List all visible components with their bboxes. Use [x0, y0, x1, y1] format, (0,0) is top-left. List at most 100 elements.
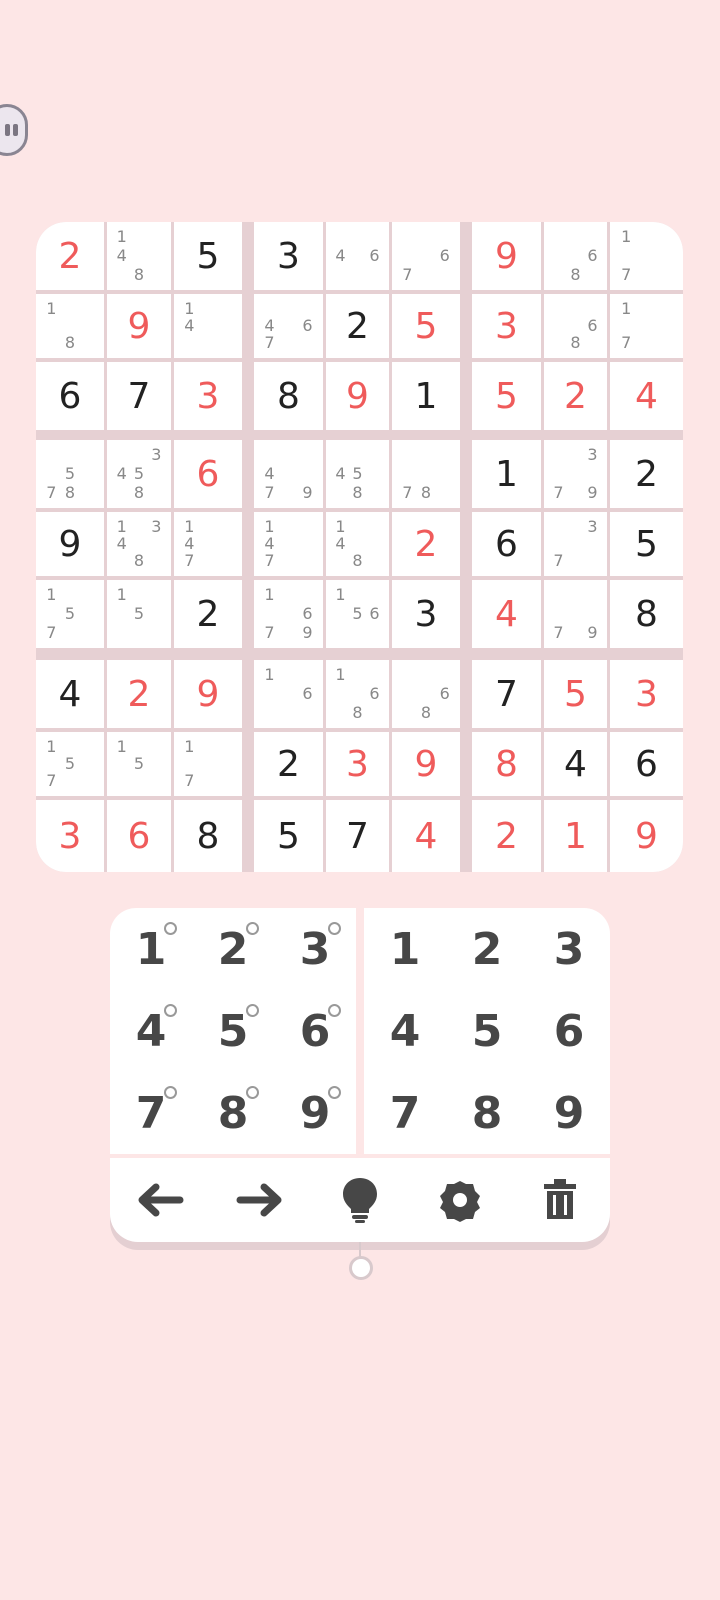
number-key-7[interactable]: 7: [364, 1072, 446, 1154]
sudoku-cell[interactable]: 4 6 7: [254, 294, 323, 358]
sudoku-cell[interactable]: 9: [174, 660, 242, 728]
sudoku-cell[interactable]: 8: [610, 580, 683, 648]
hint-button[interactable]: [330, 1170, 390, 1230]
sudoku-cell[interactable]: 14: [174, 294, 242, 358]
sudoku-cell[interactable]: 47 9: [254, 440, 323, 508]
number-key-9[interactable]: 9: [528, 1072, 610, 1154]
sudoku-cell[interactable]: 8: [472, 732, 541, 796]
sudoku-cell[interactable]: 68: [544, 222, 607, 290]
note-key-9[interactable]: 9: [274, 1072, 356, 1154]
number-key-4[interactable]: 4: [364, 990, 446, 1072]
sudoku-cell[interactable]: 7: [326, 800, 389, 872]
sudoku-cell[interactable]: 9: [392, 732, 460, 796]
sudoku-cell[interactable]: 46: [326, 222, 389, 290]
sudoku-cell[interactable]: 2: [544, 362, 607, 430]
sudoku-cell[interactable]: 15: [107, 580, 171, 648]
undo-button[interactable]: [130, 1170, 190, 1230]
sudoku-cell[interactable]: 1679: [254, 580, 323, 648]
sudoku-cell[interactable]: 2: [472, 800, 541, 872]
sudoku-cell[interactable]: 2: [36, 222, 104, 290]
sudoku-cell[interactable]: 9: [472, 222, 541, 290]
sudoku-cell[interactable]: 5: [544, 660, 607, 728]
redo-button[interactable]: [230, 1170, 290, 1230]
settings-button[interactable]: [430, 1170, 490, 1230]
sudoku-cell[interactable]: 7: [107, 362, 171, 430]
sudoku-cell[interactable]: 17: [610, 222, 683, 290]
sudoku-cell[interactable]: 1: [392, 362, 460, 430]
sudoku-cell[interactable]: 148: [326, 512, 389, 576]
drag-handle[interactable]: [349, 1256, 373, 1280]
sudoku-cell[interactable]: 3: [392, 580, 460, 648]
sudoku-cell[interactable]: 2: [254, 732, 323, 796]
sudoku-cell[interactable]: 78: [392, 440, 460, 508]
sudoku-cell[interactable]: 5: [472, 362, 541, 430]
sudoku-cell[interactable]: 148: [107, 222, 171, 290]
note-key-6[interactable]: 6: [274, 990, 356, 1072]
sudoku-cell[interactable]: 147: [254, 512, 323, 576]
sudoku-cell[interactable]: 9: [610, 800, 683, 872]
sudoku-cell[interactable]: 8: [174, 800, 242, 872]
sudoku-cell[interactable]: 3: [610, 660, 683, 728]
sudoku-cell[interactable]: 578: [36, 440, 104, 508]
sudoku-cell[interactable]: 17: [174, 732, 242, 796]
number-key-1[interactable]: 1: [364, 908, 446, 990]
sudoku-cell[interactable]: 16: [254, 660, 323, 728]
sudoku-cell[interactable]: 2: [610, 440, 683, 508]
sudoku-cell[interactable]: 3: [36, 800, 104, 872]
sudoku-cell[interactable]: 4: [392, 800, 460, 872]
side-menu-tab[interactable]: [0, 104, 28, 156]
sudoku-cell[interactable]: 1 68: [326, 660, 389, 728]
number-key-3[interactable]: 3: [528, 908, 610, 990]
note-key-5[interactable]: 5: [192, 990, 274, 1072]
delete-button[interactable]: [530, 1170, 590, 1230]
sudoku-cell[interactable]: 5: [174, 222, 242, 290]
note-key-4[interactable]: 4: [110, 990, 192, 1072]
sudoku-cell[interactable]: 9: [36, 512, 104, 576]
sudoku-cell[interactable]: 3: [326, 732, 389, 796]
sudoku-cell[interactable]: 6: [174, 440, 242, 508]
sudoku-cell[interactable]: 3: [472, 294, 541, 358]
sudoku-cell[interactable]: 458: [326, 440, 389, 508]
sudoku-cell[interactable]: 4: [36, 660, 104, 728]
sudoku-cell[interactable]: 156: [326, 580, 389, 648]
sudoku-cell[interactable]: 15: [107, 732, 171, 796]
sudoku-cell[interactable]: 68: [544, 294, 607, 358]
note-key-8[interactable]: 8: [192, 1072, 274, 1154]
note-key-2[interactable]: 2: [192, 908, 274, 990]
sudoku-cell[interactable]: 1 3 48: [107, 512, 171, 576]
sudoku-cell[interactable]: 3: [174, 362, 242, 430]
sudoku-cell[interactable]: 2: [174, 580, 242, 648]
sudoku-cell[interactable]: 67: [392, 222, 460, 290]
sudoku-cell[interactable]: 1: [472, 440, 541, 508]
sudoku-cell[interactable]: 6: [107, 800, 171, 872]
sudoku-cell[interactable]: 7: [472, 660, 541, 728]
sudoku-cell[interactable]: 5: [610, 512, 683, 576]
sudoku-cell[interactable]: 37: [544, 512, 607, 576]
sudoku-cell[interactable]: 6: [610, 732, 683, 796]
sudoku-cell[interactable]: 4: [610, 362, 683, 430]
sudoku-cell[interactable]: 4: [472, 580, 541, 648]
sudoku-cell[interactable]: 8: [254, 362, 323, 430]
number-key-8[interactable]: 8: [446, 1072, 528, 1154]
sudoku-cell[interactable]: 18: [36, 294, 104, 358]
sudoku-cell[interactable]: 4: [544, 732, 607, 796]
note-key-1[interactable]: 1: [110, 908, 192, 990]
number-key-5[interactable]: 5: [446, 990, 528, 1072]
sudoku-cell[interactable]: 79: [544, 580, 607, 648]
sudoku-cell[interactable]: 68: [392, 660, 460, 728]
sudoku-cell[interactable]: 1: [544, 800, 607, 872]
number-key-2[interactable]: 2: [446, 908, 528, 990]
note-key-3[interactable]: 3: [274, 908, 356, 990]
sudoku-cell[interactable]: 6: [36, 362, 104, 430]
sudoku-cell[interactable]: 6: [472, 512, 541, 576]
number-key-6[interactable]: 6: [528, 990, 610, 1072]
sudoku-cell[interactable]: 5: [254, 800, 323, 872]
sudoku-cell[interactable]: 3: [254, 222, 323, 290]
sudoku-cell[interactable]: 2: [107, 660, 171, 728]
sudoku-cell[interactable]: 3 7 9: [544, 440, 607, 508]
sudoku-cell[interactable]: 157: [36, 732, 104, 796]
sudoku-cell[interactable]: 147: [174, 512, 242, 576]
sudoku-cell[interactable]: 9: [326, 362, 389, 430]
sudoku-cell[interactable]: 9: [107, 294, 171, 358]
sudoku-cell[interactable]: 5: [392, 294, 460, 358]
